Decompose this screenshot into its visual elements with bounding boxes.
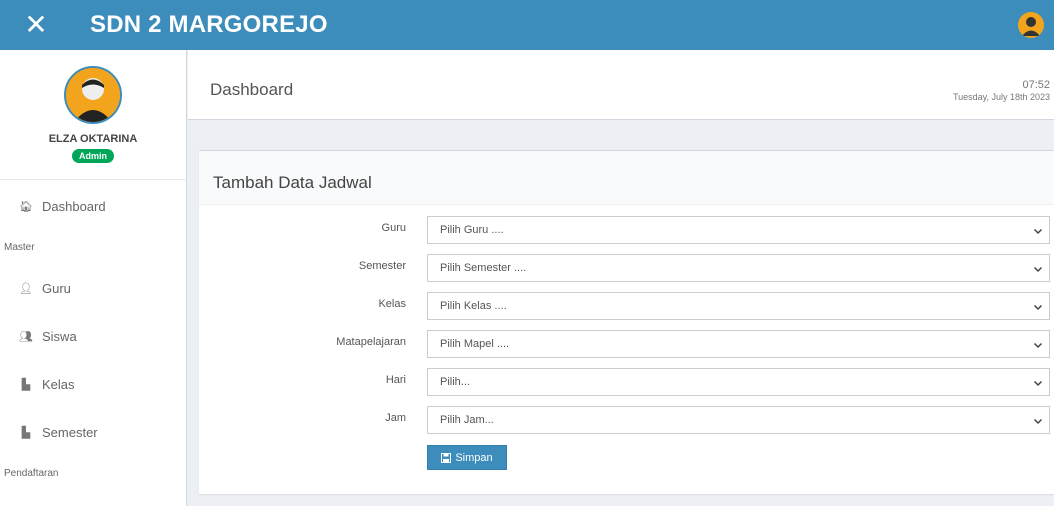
form-row-kelas: Kelas Pilih Kelas ....	[199, 292, 1054, 320]
field-label: Jam	[385, 412, 406, 424]
select-value: Pilih Semester ....	[440, 262, 527, 274]
clock-time: 07:52	[1022, 79, 1050, 91]
clock-date: Tuesday, July 18th 2023	[952, 92, 1050, 102]
sidebar-item-label: Dashboard	[42, 198, 106, 214]
sidebar-item-label: Kelas	[42, 376, 75, 392]
avatar	[64, 66, 122, 124]
chevron-down-icon	[1033, 228, 1043, 235]
sidebar-item-label: Siswa	[42, 328, 77, 344]
top-navbar: ✕ SDN 2 MARGOREJO	[0, 0, 1054, 50]
menu-header-pendaftaran: Pendaftaran	[4, 467, 59, 479]
guru-select[interactable]: Pilih Guru ....	[427, 216, 1050, 244]
box-header: Tambah Data Jadwal	[199, 151, 1054, 205]
users-icon: 👥︎	[19, 330, 33, 343]
field-label: Kelas	[378, 298, 406, 310]
form-title: Tambah Data Jadwal	[213, 173, 372, 192]
field-label: Hari	[385, 374, 406, 386]
sidebar: ELZA OKTARINA Admin 🏠︎ Dashboard Master …	[0, 50, 187, 506]
sidebar-item-kelas[interactable]: ▙ Kelas	[0, 360, 186, 408]
sidebar-item-siswa[interactable]: 👥︎ Siswa	[0, 312, 186, 360]
form-row-hari: Hari Pilih...	[199, 368, 1054, 396]
select-value: Pilih Mapel ....	[440, 338, 510, 350]
select-value: Pilih...	[440, 376, 470, 388]
field-label: Matapelajaran	[336, 336, 406, 348]
sidebar-item-label: Guru	[42, 280, 71, 296]
sidebar-item-semester[interactable]: ▙ Semester	[0, 408, 186, 456]
field-label: Semester	[358, 260, 406, 272]
kelas-select[interactable]: Pilih Kelas ....	[427, 292, 1050, 320]
user-panel: ELZA OKTARINA Admin	[0, 50, 186, 180]
chevron-down-icon	[1033, 304, 1043, 311]
user-name: ELZA OKTARINA	[48, 133, 138, 145]
chevron-down-icon	[1033, 418, 1043, 425]
form-row-matapelajaran: Matapelajaran Pilih Mapel ....	[199, 330, 1054, 358]
select-value: Pilih Jam...	[440, 414, 494, 426]
close-icon[interactable]: ✕	[16, 0, 56, 50]
save-button-label: Simpan	[455, 451, 493, 464]
sidebar-item-dashboard[interactable]: 🏠︎ Dashboard	[0, 182, 186, 230]
user-icon: 👤︎	[19, 282, 33, 295]
form-box: Tambah Data Jadwal Guru Pilih Guru .... …	[199, 150, 1054, 494]
chevron-down-icon	[1033, 342, 1043, 349]
sidebar-item-label: Semester	[42, 424, 98, 440]
hari-select[interactable]: Pilih...	[427, 368, 1050, 396]
jam-select[interactable]: Pilih Jam...	[427, 406, 1050, 434]
form-row-semester: Semester Pilih Semester ....	[199, 254, 1054, 282]
content-header: Dashboard 07:52 Tuesday, July 18th 2023	[188, 50, 1054, 120]
user-avatar-icon[interactable]	[1018, 12, 1044, 38]
save-icon	[441, 452, 452, 463]
chevron-down-icon	[1033, 266, 1043, 273]
chevron-down-icon	[1033, 380, 1043, 387]
page-title: Dashboard	[210, 80, 294, 99]
mapel-select[interactable]: Pilih Mapel ....	[427, 330, 1050, 358]
field-label: Guru	[381, 222, 406, 234]
semester-select[interactable]: Pilih Semester ....	[427, 254, 1050, 282]
form-row-guru: Guru Pilih Guru ....	[199, 216, 1054, 244]
file-icon: ▙	[21, 378, 31, 391]
home-icon: 🏠︎	[19, 200, 33, 213]
file-icon: ▙	[21, 426, 31, 439]
select-value: Pilih Guru ....	[440, 224, 504, 236]
role-badge: Admin	[72, 149, 114, 163]
select-value: Pilih Kelas ....	[440, 300, 507, 312]
brand-title: SDN 2 MARGOREJO	[90, 11, 328, 38]
menu-header-master: Master	[4, 241, 35, 253]
save-button[interactable]: Simpan	[427, 445, 507, 470]
form-row-jam: Jam Pilih Jam...	[199, 406, 1054, 434]
sidebar-item-guru[interactable]: 👤︎ Guru	[0, 264, 186, 312]
